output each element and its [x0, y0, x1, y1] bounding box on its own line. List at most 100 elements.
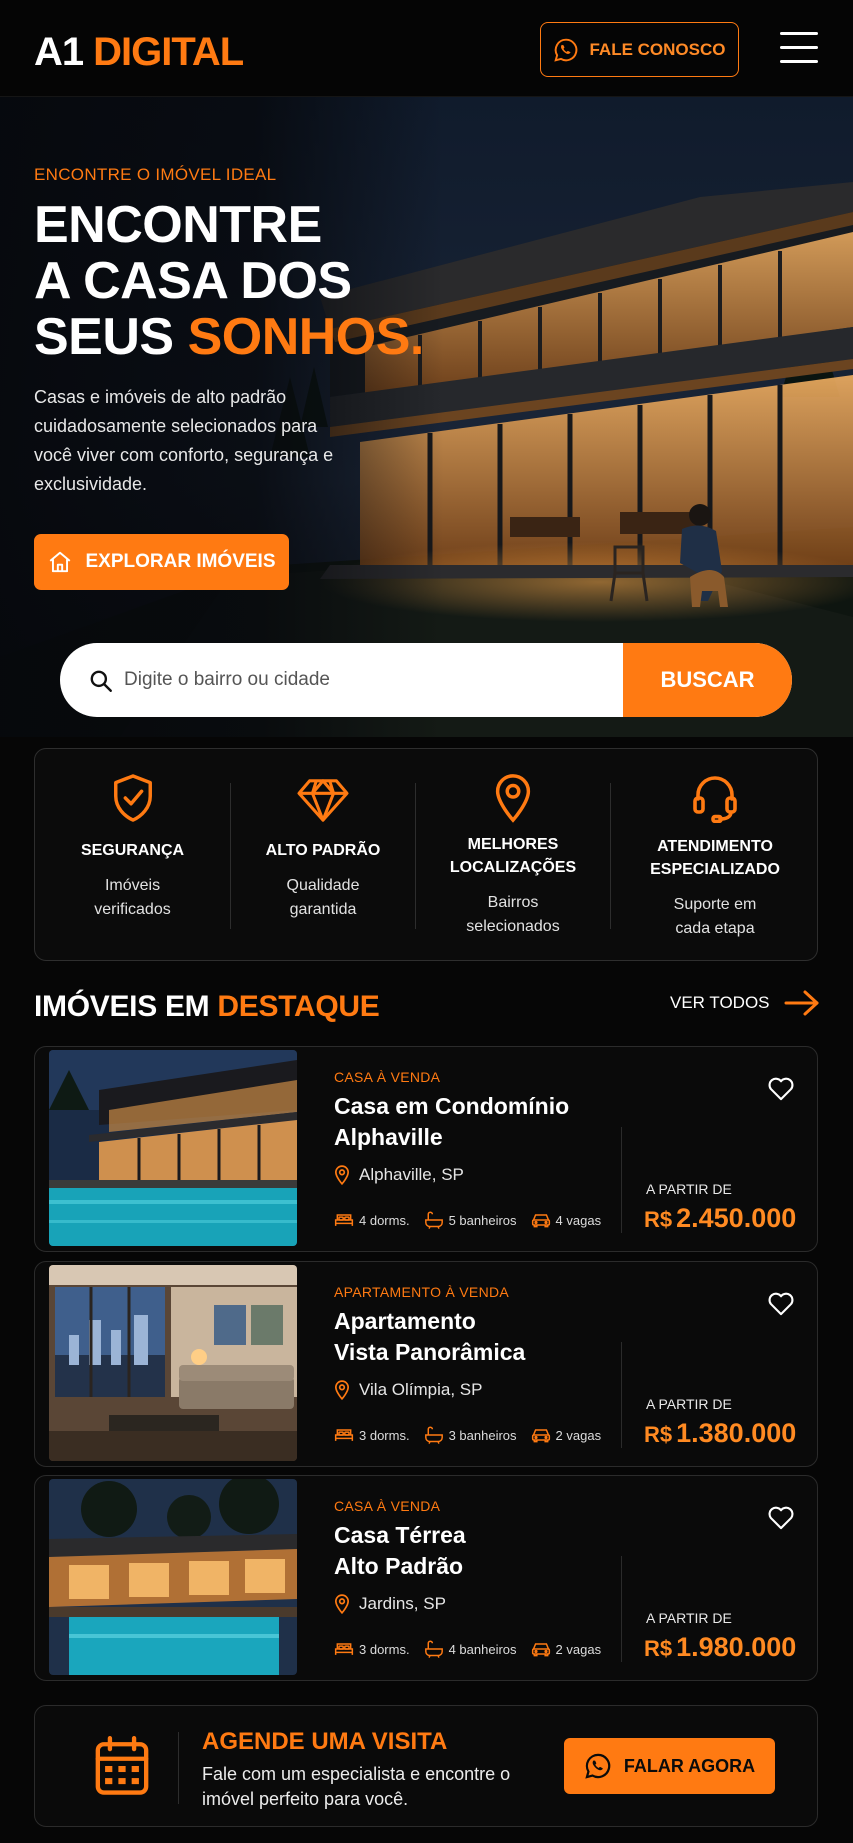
- fale-conosco-label: FALE CONOSCO: [589, 39, 726, 59]
- location-pin-icon: [334, 1594, 350, 1614]
- feature-alto-padrao: ALTO PADRÃO Qualidade garantida: [231, 749, 415, 962]
- buscar-button[interactable]: BUSCAR: [623, 643, 792, 717]
- headset-icon: [693, 776, 737, 823]
- property-specs: 3 dorms. 4 banheiros 2 vagas: [334, 1640, 615, 1658]
- card-divider: [621, 1556, 622, 1662]
- property-specs: 3 dorms. 3 banheiros 2 vagas: [334, 1426, 615, 1444]
- property-title[interactable]: Casa em Condomínio Alphaville: [334, 1091, 604, 1153]
- spec-bathrooms-text: 4 banheiros: [448, 1641, 517, 1657]
- site-header: A1 DIGITAL FALE CONOSCO: [0, 0, 853, 97]
- cta-title: AGENDE UMA VISITA: [202, 1728, 448, 1755]
- property-image[interactable]: [49, 1265, 297, 1461]
- hero-title-line-2: A CASA DOS: [34, 252, 352, 310]
- property-location-text: Jardins, SP: [359, 1594, 446, 1613]
- featured-title-b: DESTAQUE: [217, 990, 380, 1023]
- spec-bedrooms: 3 dorms.: [334, 1641, 410, 1657]
- property-title[interactable]: Apartamento Vista Panorâmica: [334, 1306, 604, 1368]
- explorar-imoveis-label: EXPLORAR IMÓVEIS: [85, 551, 276, 572]
- property-title[interactable]: Casa Térrea Alto Padrão: [334, 1520, 604, 1582]
- price-value: 1.380.000: [676, 1418, 797, 1448]
- whatsapp-icon: [554, 38, 578, 62]
- hero-eyebrow: ENCONTRE O IMÓVEL IDEAL: [34, 165, 277, 184]
- falar-agora-label: FALAR AGORA: [623, 1755, 756, 1776]
- spec-parking: 4 vagas: [531, 1212, 601, 1228]
- feature-desc-line-2: verificados: [94, 901, 171, 918]
- feature-desc-line-2: cada etapa: [675, 920, 755, 937]
- hero-title-sonhos: SONHOS.: [187, 308, 425, 366]
- feature-title-line-1: ATENDIMENTO: [657, 838, 773, 855]
- car-icon: [531, 1429, 550, 1443]
- feature-atendimento: ATENDIMENTO ESPECIALIZADO Suporte em cad…: [611, 749, 819, 962]
- feature-desc-line-1: Bairros: [487, 894, 539, 911]
- arrow-right-icon: [784, 990, 819, 1016]
- fale-conosco-button[interactable]: FALE CONOSCO: [540, 22, 739, 77]
- spec-bathrooms-text: 3 banheiros: [448, 1427, 517, 1443]
- property-image[interactable]: [49, 1050, 297, 1246]
- property-title-line-2: Alto Padrão: [334, 1553, 464, 1579]
- property-price: R$ 2.450.000: [644, 1203, 796, 1234]
- search-bar: BUSCAR: [60, 643, 792, 717]
- price-from-label: A PARTIR DE: [646, 1396, 732, 1412]
- price-value: 1.980.000: [676, 1632, 797, 1662]
- feature-title: SEGURANÇA: [80, 842, 185, 859]
- property-title-line-1: Apartamento: [334, 1308, 476, 1334]
- favorite-heart-icon[interactable]: [767, 1290, 795, 1316]
- car-icon: [531, 1214, 550, 1228]
- favorite-heart-icon[interactable]: [767, 1504, 795, 1530]
- price-currency: R$: [644, 1636, 673, 1661]
- favorite-heart-icon[interactable]: [767, 1075, 795, 1101]
- spec-bedrooms-text: 3 dorms.: [359, 1641, 410, 1657]
- ver-todos-link[interactable]: VER TODOS: [670, 989, 820, 1017]
- property-card[interactable]: CASA À VENDA Casa em Condomínio Alphavil…: [34, 1046, 818, 1252]
- search-input[interactable]: [124, 643, 679, 717]
- calendar-icon: [95, 1736, 149, 1795]
- spec-bedrooms: 3 dorms.: [334, 1427, 410, 1443]
- schedule-visit-banner: AGENDE UMA VISITA Fale com um especialis…: [34, 1705, 818, 1827]
- bathtub-icon: [424, 1640, 443, 1658]
- explorar-imoveis-button[interactable]: EXPLORAR IMÓVEIS: [34, 534, 289, 590]
- brand-logo[interactable]: A1 DIGITAL: [34, 30, 244, 74]
- price-currency: R$: [644, 1207, 673, 1232]
- property-photo-single-story-pool: [49, 1479, 297, 1675]
- spec-parking: 2 vagas: [531, 1427, 601, 1443]
- hero-title: ENCONTRE A CASA DOS SEUS SONHOS.: [34, 197, 424, 365]
- bed-icon: [334, 1214, 354, 1226]
- location-pin-icon: [334, 1380, 350, 1400]
- feature-localizacoes: MELHORES LOCALIZAÇÕES Bairros selecionad…: [416, 749, 610, 962]
- hamburger-menu-icon[interactable]: [780, 32, 818, 66]
- property-location: Jardins, SP: [334, 1594, 446, 1614]
- feature-desc-line-2: selecionados: [466, 918, 560, 935]
- hero-title-seus: SEUS: [34, 308, 174, 366]
- card-divider: [621, 1342, 622, 1448]
- property-image[interactable]: [49, 1479, 297, 1675]
- feature-title-line-2: ESPECIALIZADO: [650, 861, 780, 878]
- cta-subtitle: Fale com um especialista e encontre o im…: [202, 1764, 511, 1809]
- property-price: R$ 1.380.000: [644, 1418, 796, 1449]
- price-from-label: A PARTIR DE: [646, 1610, 732, 1626]
- hero-subtitle: Casas e imóveis de alto padrão cuidadosa…: [34, 387, 334, 494]
- logo-text-a1: A1: [34, 30, 84, 74]
- price-currency: R$: [644, 1422, 673, 1447]
- property-location: Vila Olímpia, SP: [334, 1380, 482, 1400]
- price-value: 2.450.000: [676, 1203, 797, 1233]
- feature-desc-line-2: garantida: [289, 901, 357, 918]
- car-icon: [531, 1643, 550, 1657]
- property-type: APARTAMENTO À VENDA: [334, 1284, 510, 1300]
- hero-title-line-3: SEUS SONHOS.: [34, 309, 424, 365]
- bed-icon: [334, 1643, 354, 1655]
- property-title-line-2: Alphaville: [334, 1124, 443, 1150]
- feature-title-line-1: MELHORES: [467, 836, 559, 853]
- feature-title-line-2: LOCALIZAÇÕES: [449, 859, 577, 876]
- feature-desc-line-1: Qualidade: [286, 877, 360, 894]
- property-card[interactable]: APARTAMENTO À VENDA Apartamento Vista Pa…: [34, 1261, 818, 1467]
- search-icon: [90, 670, 112, 692]
- property-title-line-1: Casa em Condomínio: [334, 1093, 570, 1119]
- bathtub-icon: [424, 1211, 443, 1229]
- property-photo-living-room: [49, 1265, 297, 1461]
- price-from-label: A PARTIR DE: [646, 1181, 732, 1197]
- property-location-text: Vila Olímpia, SP: [359, 1380, 483, 1399]
- falar-agora-button[interactable]: FALAR AGORA: [564, 1738, 775, 1794]
- home-icon: [50, 551, 71, 573]
- spec-parking-text: 2 vagas: [555, 1641, 602, 1657]
- property-card[interactable]: CASA À VENDA Casa Térrea Alto Padrão Jar…: [34, 1475, 818, 1681]
